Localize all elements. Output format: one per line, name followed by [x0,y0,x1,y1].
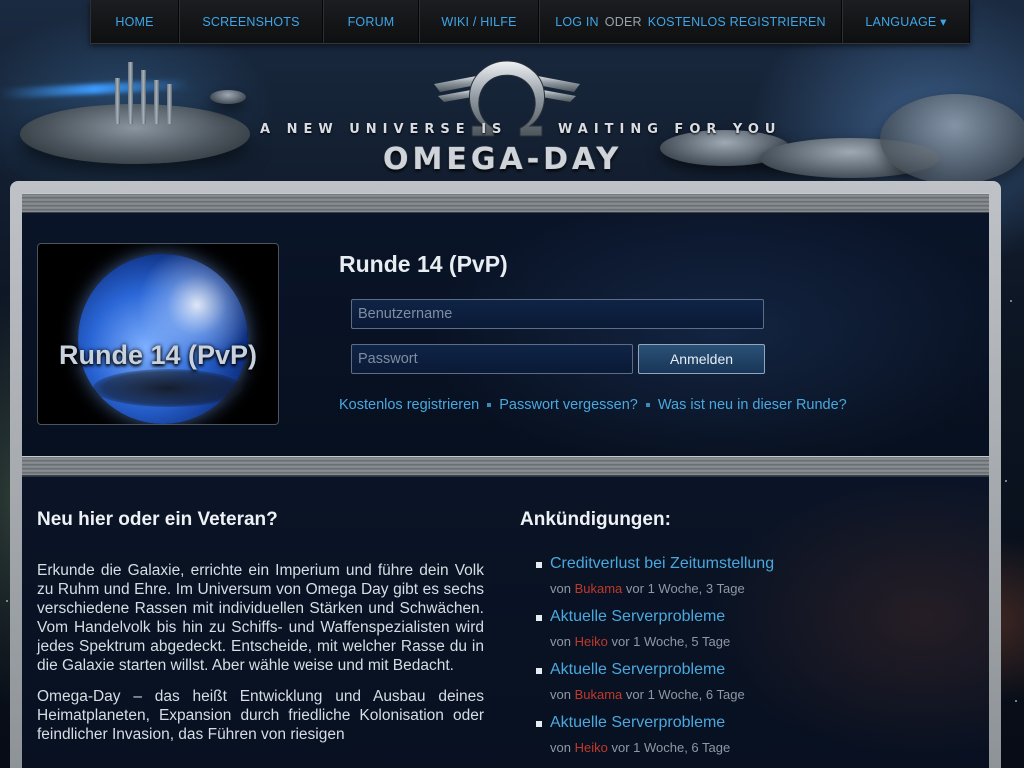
nav-login-link[interactable]: LOG IN [555,15,599,29]
announcement-item: Aktuelle Serverprobleme von Bukama vor 1… [520,661,960,702]
announcement-author-link[interactable]: Heiko [575,634,608,649]
main-frame: Runde 14 (PvP) Runde 14 (PvP) Anmelden K… [10,181,1001,768]
asteroid-debris-image [93,369,243,407]
nav-home[interactable]: HOME [90,0,179,43]
round-image-caption: Runde 14 (PvP) [58,340,258,370]
announcement-author-link[interactable]: Bukama [575,687,623,702]
announcement-time: vor 1 Woche, 6 Tage [625,687,745,702]
announcement-author-link[interactable]: Bukama [575,581,623,596]
announcement-time: vor 1 Woche, 6 Tage [611,740,731,755]
header-banner: A NEW UNIVERSE IS WAITING FOR YOU OMEGA-… [0,44,1024,184]
intro-column: Neu hier oder ein Veteran? Erkunde die G… [37,509,484,744]
announcement-title-link[interactable]: Aktuelle Serverprobleme [550,714,725,731]
top-navigation: HOME SCREENSHOTS FORUM WIKI / HILFE LOG … [90,0,970,44]
announcement-item: Aktuelle Serverprobleme von Heiko vor 1 … [520,608,960,649]
announcements-column: Ankündigungen: Creditverlust bei Zeitums… [520,509,960,767]
round-title: Runde 14 (PvP) [339,251,508,277]
announcement-title-link[interactable]: Aktuelle Serverprobleme [550,661,725,678]
login-section: Runde 14 (PvP) Runde 14 (PvP) Anmelden K… [22,213,989,456]
username-input[interactable] [351,299,764,329]
nav-register-link[interactable]: KOSTENLOS REGISTRIEREN [648,15,826,29]
announcement-meta: von Bukama vor 1 Woche, 3 Tage [550,581,960,596]
announcement-item: Aktuelle Serverprobleme von Heiko vor 1 … [520,714,960,755]
nav-forum[interactable]: FORUM [323,0,419,43]
login-links: Kostenlos registrieren Passwort vergesse… [339,397,847,413]
register-link[interactable]: Kostenlos registrieren [339,397,479,413]
space-station-image [20,62,250,164]
nav-wiki[interactable]: WIKI / HILFE [419,0,539,43]
announcement-meta: von Heiko vor 1 Woche, 6 Tage [550,740,960,755]
spaceship-image [880,94,1024,184]
announcement-time: vor 1 Woche, 5 Tage [611,634,731,649]
metal-divider-bottom [22,456,989,476]
password-input[interactable] [351,344,633,374]
announcement-title-link[interactable]: Creditverlust bei Zeitumstellung [550,555,774,572]
announcement-meta: von Bukama vor 1 Woche, 6 Tage [550,687,960,702]
separator-dot-icon [487,403,492,407]
intro-heading: Neu hier oder ein Veteran? [37,509,278,530]
announcement-title-link[interactable]: Aktuelle Serverprobleme [550,608,725,625]
announcement-time: vor 1 Woche, 3 Tage [625,581,745,596]
brand-logo-text: OMEGA-DAY [383,142,623,177]
announcement-meta: von Heiko vor 1 Woche, 5 Tage [550,634,960,649]
main-frame-inner: Runde 14 (PvP) Runde 14 (PvP) Anmelden K… [22,193,989,768]
announcements-list: Creditverlust bei Zeitumstellung von Buk… [520,555,960,755]
tagline-right: WAITING FOR YOU [558,122,782,137]
content-section: Neu hier oder ein Veteran? Erkunde die G… [22,476,989,768]
announcement-by: von [550,581,571,596]
separator-dot-icon [645,403,650,407]
announcement-item: Creditverlust bei Zeitumstellung von Buk… [520,555,960,596]
spaceship-image [210,90,246,104]
announcements-heading: Ankündigungen: [520,509,671,530]
nav-language-dropdown[interactable]: LANGUAGE ▾ [842,0,970,43]
whats-new-link[interactable]: Was ist neu in dieser Runde? [658,397,847,413]
login-button[interactable]: Anmelden [638,344,765,374]
nav-login-register: LOG IN ODER KOSTENLOS REGISTRIEREN [539,0,842,43]
announcement-author-link[interactable]: Heiko [575,740,608,755]
announcement-by: von [550,740,571,755]
round-image: Runde 14 (PvP) [37,243,279,425]
nav-or-text: ODER [604,14,642,29]
nav-screenshots[interactable]: SCREENSHOTS [179,0,323,43]
announcement-by: von [550,634,571,649]
forgot-password-link[interactable]: Passwort vergessen? [499,397,638,413]
intro-paragraph-1: Erkunde die Galaxie, errichte ein Imperi… [37,562,484,674]
announcement-by: von [550,687,571,702]
light-streak [0,79,191,99]
metal-divider-top [22,193,989,213]
tagline-left: A NEW UNIVERSE IS [260,122,508,137]
intro-paragraph-2: Omega-Day – das heißt Entwicklung und Au… [37,688,484,743]
